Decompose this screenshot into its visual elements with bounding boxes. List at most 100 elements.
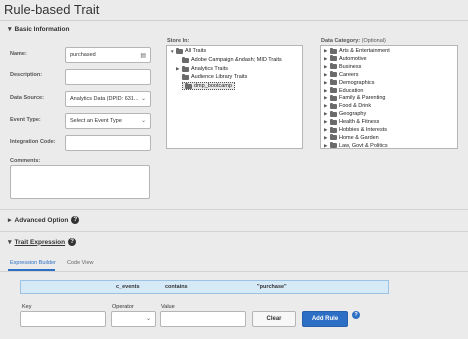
category-label: Business <box>339 63 362 70</box>
data-category-tree[interactable]: ▶ Arts & Entertainment ▶ Automotive ▶ Busines… <box>320 45 458 149</box>
description-field[interactable] <box>65 69 151 85</box>
value-input[interactable] <box>160 311 246 327</box>
tree-node-audience-library[interactable]: Audience Library Traits <box>176 73 247 80</box>
comments-textarea[interactable] <box>10 165 150 199</box>
selected-node: dmp_bootcamp <box>182 82 235 90</box>
folder-icon <box>330 142 337 149</box>
chevron-down-icon: ▾ <box>8 26 12 33</box>
clear-button[interactable]: Clear <box>252 311 296 327</box>
comments-label: Comments: <box>10 158 41 164</box>
category-item[interactable]: ▶ Hobbies & Interests <box>324 126 387 133</box>
category-label: Food & Drink <box>339 103 372 110</box>
title-divider <box>0 20 468 21</box>
category-item[interactable]: ▶ Home & Garden <box>324 134 379 141</box>
tree-node-adobe-campaign[interactable]: Adobe Campaign &ndash; MID Traits <box>176 56 282 63</box>
folder-icon <box>330 55 337 62</box>
folder-icon <box>182 73 189 80</box>
folder-icon <box>330 87 337 93</box>
tab-expression-builder[interactable]: Expression Builder <box>10 260 56 266</box>
category-label: Arts & Entertainment <box>339 48 390 54</box>
name-value: purchased <box>70 52 96 58</box>
description-label: Description: <box>10 72 43 78</box>
store-in-tree[interactable]: ▼ All Traits Adobe Campaign &ndash; MID … <box>166 45 303 149</box>
event-type-label: Event Type: <box>10 117 41 123</box>
category-item[interactable]: ▶ Business <box>324 63 362 70</box>
data-category-label: Data Category: (Optional) <box>321 38 386 44</box>
expression-key: c_events <box>116 284 140 290</box>
list-icon: ▤ <box>140 53 146 59</box>
category-item[interactable]: ▶ Family & Parenting <box>324 94 386 102</box>
tabs-divider <box>0 271 468 272</box>
expression-summary: c_events contains "purchase" <box>20 280 389 294</box>
folder-icon <box>185 82 192 89</box>
folder-icon <box>330 47 337 54</box>
category-item[interactable]: ▶ Arts & Entertainment <box>324 47 390 54</box>
key-input[interactable] <box>20 311 106 327</box>
category-label: Automotive <box>339 55 367 62</box>
section-divider <box>0 231 468 232</box>
help-icon[interactable]: ? <box>68 238 77 246</box>
chevron-down-icon: ▾ <box>8 239 12 246</box>
chevron-down-icon: ⌄ <box>140 96 146 102</box>
value-label: Value <box>161 304 175 310</box>
section-divider <box>0 209 468 210</box>
category-item[interactable]: ▶ Geography <box>324 110 367 118</box>
advanced-option-header[interactable]: ▸ Advanced Option ? <box>0 216 468 224</box>
folder-icon <box>330 118 337 125</box>
name-field[interactable]: purchased ▤ <box>65 47 151 63</box>
category-label: Home & Garden <box>339 134 379 141</box>
category-label: Law, Govt & Politics <box>339 142 388 149</box>
name-label: Name: <box>10 51 27 57</box>
folder-icon <box>330 71 337 78</box>
help-icon[interactable]: ? <box>352 311 360 319</box>
category-item[interactable]: ▶ Health & Fitness <box>324 118 380 126</box>
trait-expression-header[interactable]: ▾ Trait Expression ? <box>0 238 468 246</box>
category-label: Education <box>339 87 364 94</box>
page-title: Rule-based Trait <box>4 2 100 17</box>
tree-node-dmp-bootcamp[interactable]: dmp_bootcamp <box>176 82 235 90</box>
category-label: Careers <box>339 71 359 78</box>
category-label: Hobbies & Interests <box>339 127 387 133</box>
category-label: Health & Fitness <box>339 119 380 126</box>
add-rule-button[interactable]: Add Rule <box>302 311 348 327</box>
expression-operator: contains <box>165 284 188 290</box>
folder-icon <box>330 63 337 70</box>
event-type-value: Select an Event Type <box>70 118 122 124</box>
tab-code-view[interactable]: Code View <box>67 260 94 266</box>
help-icon[interactable]: ? <box>71 216 80 224</box>
expression-tabs: Expression Builder Code View <box>0 258 468 272</box>
category-item[interactable]: ▶ Education <box>324 87 364 94</box>
category-item[interactable]: ▶ Food & Drink <box>324 102 372 110</box>
category-item[interactable]: ▶ Law, Govt & Politics <box>324 142 388 149</box>
data-source-label: Data Source: <box>10 95 44 101</box>
data-source-select[interactable]: Analytics Data (DPID: 631... ⌄ <box>65 91 151 107</box>
category-label: Demographics <box>339 79 375 86</box>
trait-expression-title: Trait Expression <box>14 238 66 246</box>
integration-code-field[interactable] <box>65 135 151 151</box>
folder-icon <box>182 65 189 72</box>
chevron-down-icon: ⌄ <box>145 316 151 322</box>
operator-select[interactable]: ⌄ <box>111 311 156 327</box>
integration-code-label: Integration Code: <box>10 139 56 145</box>
tree-node-analytics-traits[interactable]: ▶ Analytics Traits <box>176 65 228 72</box>
data-category-optional: (Optional) <box>361 38 386 44</box>
key-label: Key <box>22 304 32 310</box>
store-in-label: Store In: <box>167 38 190 44</box>
folder-icon <box>330 79 337 86</box>
category-label: Family & Parenting <box>339 95 386 102</box>
folder-icon <box>182 56 189 63</box>
folder-icon <box>330 102 337 109</box>
tree-node-all-traits[interactable]: ▼ All Traits <box>170 47 206 54</box>
folder-icon <box>330 134 337 141</box>
folder-icon <box>330 110 337 117</box>
event-type-select[interactable]: Select an Event Type ⌄ <box>65 113 151 129</box>
basic-info-title: Basic Information <box>14 25 70 33</box>
advanced-option-title: Advanced Option <box>14 216 69 224</box>
category-label: Geography <box>339 111 367 118</box>
category-item[interactable]: ▶ Careers <box>324 71 359 78</box>
chevron-down-icon: ⌄ <box>140 118 146 124</box>
folder-icon <box>330 94 337 101</box>
basic-info-header[interactable]: ▾ Basic Information <box>0 25 468 34</box>
category-item[interactable]: ▶ Automotive <box>324 55 367 62</box>
category-item[interactable]: ▶ Demographics <box>324 79 375 86</box>
